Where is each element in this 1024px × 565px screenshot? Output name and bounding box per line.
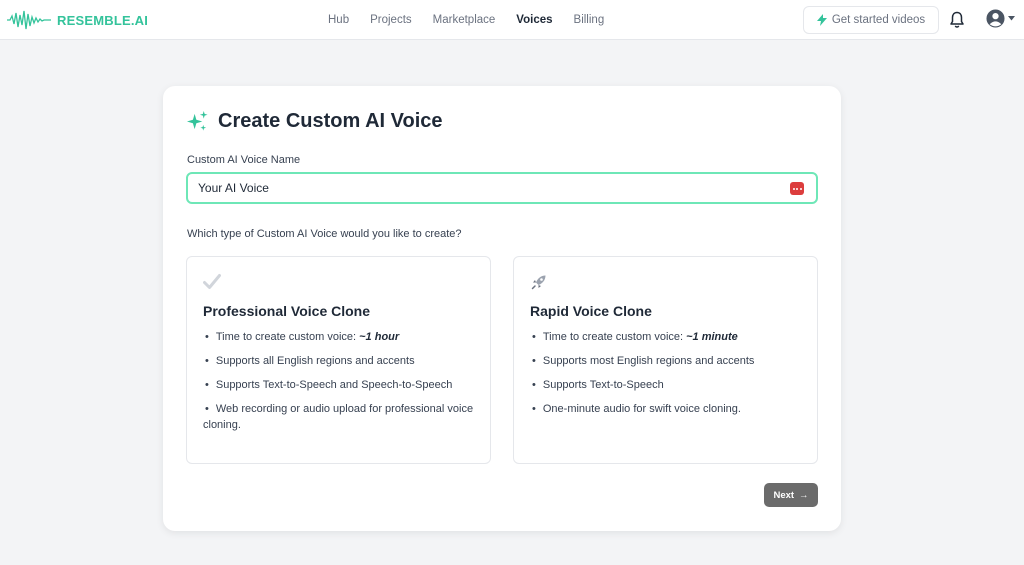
nav-projects[interactable]: Projects xyxy=(370,14,412,26)
password-manager-icon[interactable] xyxy=(790,182,804,195)
list-item: Time to create custom voice: ~1 minute xyxy=(530,329,810,345)
list-item: Web recording or audio upload for profes… xyxy=(203,401,483,433)
list-item: Supports Text-to-Speech xyxy=(530,377,810,393)
list-item: Supports Text-to-Speech and Speech-to-Sp… xyxy=(203,377,483,393)
voice-name-input[interactable] xyxy=(198,181,778,195)
nav-voices[interactable]: Voices xyxy=(516,14,552,26)
create-voice-card: Create Custom AI Voice Custom AI Voice N… xyxy=(163,86,841,531)
page-title: Create Custom AI Voice xyxy=(218,110,443,132)
lightning-icon xyxy=(816,14,827,26)
logo[interactable]: RESEMBLE.AI xyxy=(7,9,148,31)
rapid-voice-clone-option[interactable]: Rapid Voice Clone Time to create custom … xyxy=(513,256,818,464)
top-navigation-bar: RESEMBLE.AI Hub Projects Marketplace Voi… xyxy=(0,0,1024,40)
next-label: Next xyxy=(773,489,795,501)
logo-text: RESEMBLE.AI xyxy=(57,12,149,28)
card-header: Create Custom AI Voice xyxy=(186,110,443,133)
next-button[interactable]: Next → xyxy=(764,483,818,507)
main-nav: Hub Projects Marketplace Voices Billing xyxy=(328,0,604,40)
voice-name-field[interactable] xyxy=(186,172,818,204)
user-menu[interactable] xyxy=(986,9,1015,28)
nav-marketplace[interactable]: Marketplace xyxy=(433,14,496,26)
list-item: Time to create custom voice: ~1 hour xyxy=(203,329,483,345)
list-item: Supports all English regions and accents xyxy=(203,353,483,369)
checkmark-icon xyxy=(203,274,221,289)
rocket-icon xyxy=(531,275,546,290)
notification-bell-icon[interactable] xyxy=(949,11,965,29)
option-title: Rapid Voice Clone xyxy=(530,303,652,319)
waveform-logo-icon xyxy=(7,10,51,30)
voice-name-label: Custom AI Voice Name xyxy=(187,154,301,166)
caret-down-icon xyxy=(1008,16,1015,21)
user-avatar-icon xyxy=(986,9,1005,28)
option-title: Professional Voice Clone xyxy=(203,303,371,319)
nav-billing[interactable]: Billing xyxy=(574,14,605,26)
professional-voice-clone-option[interactable]: Professional Voice Clone Time to create … xyxy=(186,256,491,464)
list-item: One-minute audio for swift voice cloning… xyxy=(530,401,810,417)
arrow-right-icon: → xyxy=(799,489,809,501)
voice-type-question: Which type of Custom AI Voice would you … xyxy=(187,228,462,240)
get-started-videos-button[interactable]: Get started videos xyxy=(803,6,939,34)
option-feature-list: Time to create custom voice: ~1 minute S… xyxy=(530,329,810,425)
get-started-label: Get started videos xyxy=(831,14,926,26)
nav-hub[interactable]: Hub xyxy=(328,14,349,26)
option-feature-list: Time to create custom voice: ~1 hour Sup… xyxy=(203,329,483,441)
list-item: Supports most English regions and accent… xyxy=(530,353,810,369)
sparkles-icon xyxy=(186,110,208,131)
